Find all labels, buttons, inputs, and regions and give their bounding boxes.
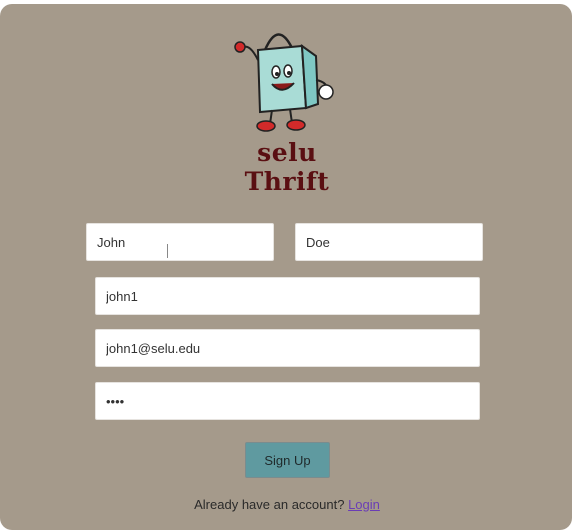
first-name-field[interactable] <box>86 223 274 261</box>
password-field[interactable] <box>95 382 480 420</box>
sign-up-button[interactable]: Sign Up <box>245 442 330 478</box>
logo: selu Thrift <box>210 20 360 196</box>
username-field[interactable] <box>95 277 480 315</box>
login-link[interactable]: Login <box>348 497 380 512</box>
last-name-field[interactable] <box>295 223 483 261</box>
login-prompt: Already have an account? Login <box>0 497 574 512</box>
email-field[interactable] <box>95 329 480 367</box>
login-prompt-text: Already have an account? <box>194 497 349 512</box>
text-cursor-icon <box>167 244 168 258</box>
brand-name: selu Thrift <box>244 138 330 196</box>
bag-mascot-icon <box>234 33 334 132</box>
signup-card: selu Thrift Sign Up Already have an acco… <box>0 4 572 530</box>
